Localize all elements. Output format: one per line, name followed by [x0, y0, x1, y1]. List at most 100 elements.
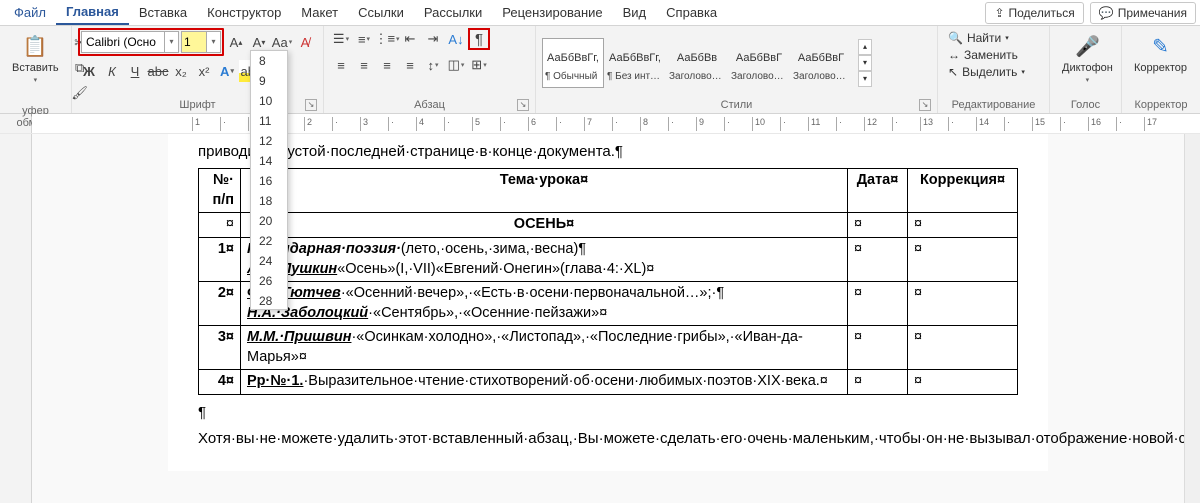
table-cell[interactable]: ¤ [199, 213, 241, 238]
multilevel-button[interactable]: ⋮≡ [376, 28, 398, 50]
size-option[interactable]: 11 [251, 111, 287, 131]
size-option[interactable]: 20 [251, 211, 287, 231]
tab-file[interactable]: Файл [4, 1, 56, 24]
font-name-dropdown[interactable]: ▾ [164, 32, 178, 52]
tab-mailings[interactable]: Рассылки [414, 1, 492, 24]
find-button[interactable]: 🔍Найти▾ [944, 30, 1029, 46]
font-name-combo[interactable]: ▾ [81, 31, 179, 53]
style-item[interactable]: АаБбВвГг,¶ Без инте… [604, 38, 666, 88]
horizontal-ruler[interactable]: 1·1·2·3·4·5·6·7·8·9·10·11·12·13·14·15·16… [32, 114, 1200, 133]
document-area[interactable]: приводит·к·пустой·последней·странице·в·к… [32, 134, 1184, 503]
strike-button[interactable]: abc [147, 60, 169, 82]
shading-button[interactable]: ◫ [445, 54, 467, 76]
styles-scroll-up[interactable]: ▴ [858, 39, 872, 55]
vertical-ruler[interactable] [0, 134, 32, 503]
decrease-indent-button[interactable]: ⇤ [399, 28, 421, 50]
bullets-button[interactable]: ☰ [330, 28, 352, 50]
size-option[interactable]: 22 [251, 231, 287, 251]
tab-references[interactable]: Ссылки [348, 1, 414, 24]
tab-help[interactable]: Справка [656, 1, 727, 24]
size-option[interactable]: 18 [251, 191, 287, 211]
font-size-combo[interactable]: ▾ [181, 31, 221, 53]
table-cell[interactable]: 2¤ [199, 282, 241, 326]
line-spacing-button[interactable]: ↕ [422, 54, 444, 76]
comments-button[interactable]: 💬Примечания [1090, 2, 1196, 24]
table-cell[interactable]: ОСЕНЬ¤ [241, 213, 848, 238]
align-right-button[interactable]: ≡ [376, 54, 398, 76]
bold-button[interactable]: Ж [78, 60, 100, 82]
table-cell[interactable]: ¤ [908, 237, 1018, 281]
numbering-button[interactable]: ≡ [353, 28, 375, 50]
paragraph-dialog-launcher[interactable]: ↘ [517, 99, 529, 111]
superscript-button[interactable]: x² [193, 60, 215, 82]
borders-button[interactable]: ⊞ [468, 54, 490, 76]
tab-design[interactable]: Конструктор [197, 1, 291, 24]
table-cell[interactable]: ¤ [848, 213, 908, 238]
table-cell[interactable]: ¤ [908, 370, 1018, 395]
font-size-input[interactable] [182, 32, 206, 52]
col-header[interactable]: Дата¤ [848, 169, 908, 213]
styles-scroll-down[interactable]: ▾ [858, 55, 872, 71]
vertical-scrollbar[interactable] [1184, 134, 1200, 503]
italic-button[interactable]: К [101, 60, 123, 82]
size-option[interactable]: 26 [251, 271, 287, 291]
size-option[interactable]: 24 [251, 251, 287, 271]
style-item[interactable]: АаБбВвЗаголово… [666, 38, 728, 88]
text-effects-button[interactable]: A [216, 60, 238, 82]
style-item[interactable]: АаБбВвГг,¶ Обычный [542, 38, 604, 88]
show-marks-button[interactable]: ¶ [468, 28, 490, 50]
replace-button[interactable]: ↔Заменить [944, 47, 1029, 63]
size-option[interactable]: 28 [251, 291, 287, 310]
table-cell[interactable]: 3¤ [199, 326, 241, 370]
tab-home[interactable]: Главная [56, 0, 129, 25]
table-cell[interactable]: 1¤ [199, 237, 241, 281]
font-name-input[interactable] [82, 32, 164, 52]
table-cell[interactable]: ¤ [848, 282, 908, 326]
styles-expand[interactable]: ▾ [858, 71, 872, 87]
table-cell[interactable]: ¤ [848, 237, 908, 281]
tab-layout[interactable]: Макет [291, 1, 348, 24]
table-cell[interactable]: ¤ [908, 326, 1018, 370]
size-option[interactable]: 12 [251, 131, 287, 151]
font-size-list[interactable]: 8 9 10 11 12 14 16 18 20 22 24 26 28 36 … [250, 50, 288, 310]
table-cell[interactable]: Календарная·поэзия·(лето,·осень,·зима,·в… [241, 237, 848, 281]
justify-button[interactable]: ≡ [399, 54, 421, 76]
align-center-button[interactable]: ≡ [353, 54, 375, 76]
table-cell[interactable]: ¤ [848, 370, 908, 395]
paste-button[interactable]: 📋 Вставить ▾ [6, 28, 65, 88]
body-text[interactable]: Хотя·вы·не·можете·удалить·этот·вставленн… [198, 429, 1018, 449]
lesson-table[interactable]: №· п/п Тема·урока¤ Дата¤ Коррекция¤ ¤ ОС… [198, 168, 1018, 395]
editor-button[interactable]: ✎ Корректор [1128, 28, 1193, 78]
clear-format-button[interactable]: A̸ [294, 31, 316, 53]
subscript-button[interactable]: x₂ [170, 60, 192, 82]
align-left-button[interactable]: ≡ [330, 54, 352, 76]
body-text[interactable]: ¶ [198, 403, 1018, 423]
col-header[interactable]: Коррекция¤ [908, 169, 1018, 213]
col-header[interactable]: №· п/п [199, 169, 241, 213]
body-text[interactable]: приводит·к·пустой·последней·странице·в·к… [198, 142, 1018, 162]
table-cell[interactable]: ¤ [908, 282, 1018, 326]
grow-font-button[interactable]: A▴ [225, 31, 247, 53]
table-cell[interactable]: 4¤ [199, 370, 241, 395]
style-item[interactable]: АаБбВвГЗаголово… [790, 38, 852, 88]
size-option[interactable]: 9 [251, 71, 287, 91]
font-size-dropdown[interactable]: ▾ [206, 32, 220, 52]
styles-gallery[interactable]: АаБбВвГг,¶ ОбычныйАаБбВвГг,¶ Без инте…Аа… [542, 38, 852, 88]
share-button[interactable]: ⇪Поделиться [985, 2, 1083, 24]
select-button[interactable]: ↖Выделить▾ [944, 64, 1029, 80]
tab-insert[interactable]: Вставка [129, 1, 197, 24]
size-option[interactable]: 10 [251, 91, 287, 111]
styles-dialog-launcher[interactable]: ↘ [919, 99, 931, 111]
table-cell[interactable]: ¤ [908, 213, 1018, 238]
tab-review[interactable]: Рецензирование [492, 1, 612, 24]
table-cell[interactable]: Ф.И.·Тютчев·«Осенний·вечер»,·«Есть·в·осе… [241, 282, 848, 326]
sort-button[interactable]: A↓ [445, 28, 467, 50]
table-cell[interactable]: Рр·№·1.·Выразительное·чтение·стихотворен… [241, 370, 848, 395]
style-item[interactable]: АаБбВвГЗаголово… [728, 38, 790, 88]
increase-indent-button[interactable]: ⇥ [422, 28, 444, 50]
dictate-button[interactable]: 🎤 Диктофон ▾ [1056, 28, 1119, 88]
underline-button[interactable]: Ч [124, 60, 146, 82]
tab-view[interactable]: Вид [613, 1, 657, 24]
table-cell[interactable]: М.М.·Пришвин·«Осинкам·холодно»,·«Листопа… [241, 326, 848, 370]
col-header[interactable]: Тема·урока¤ [241, 169, 848, 213]
